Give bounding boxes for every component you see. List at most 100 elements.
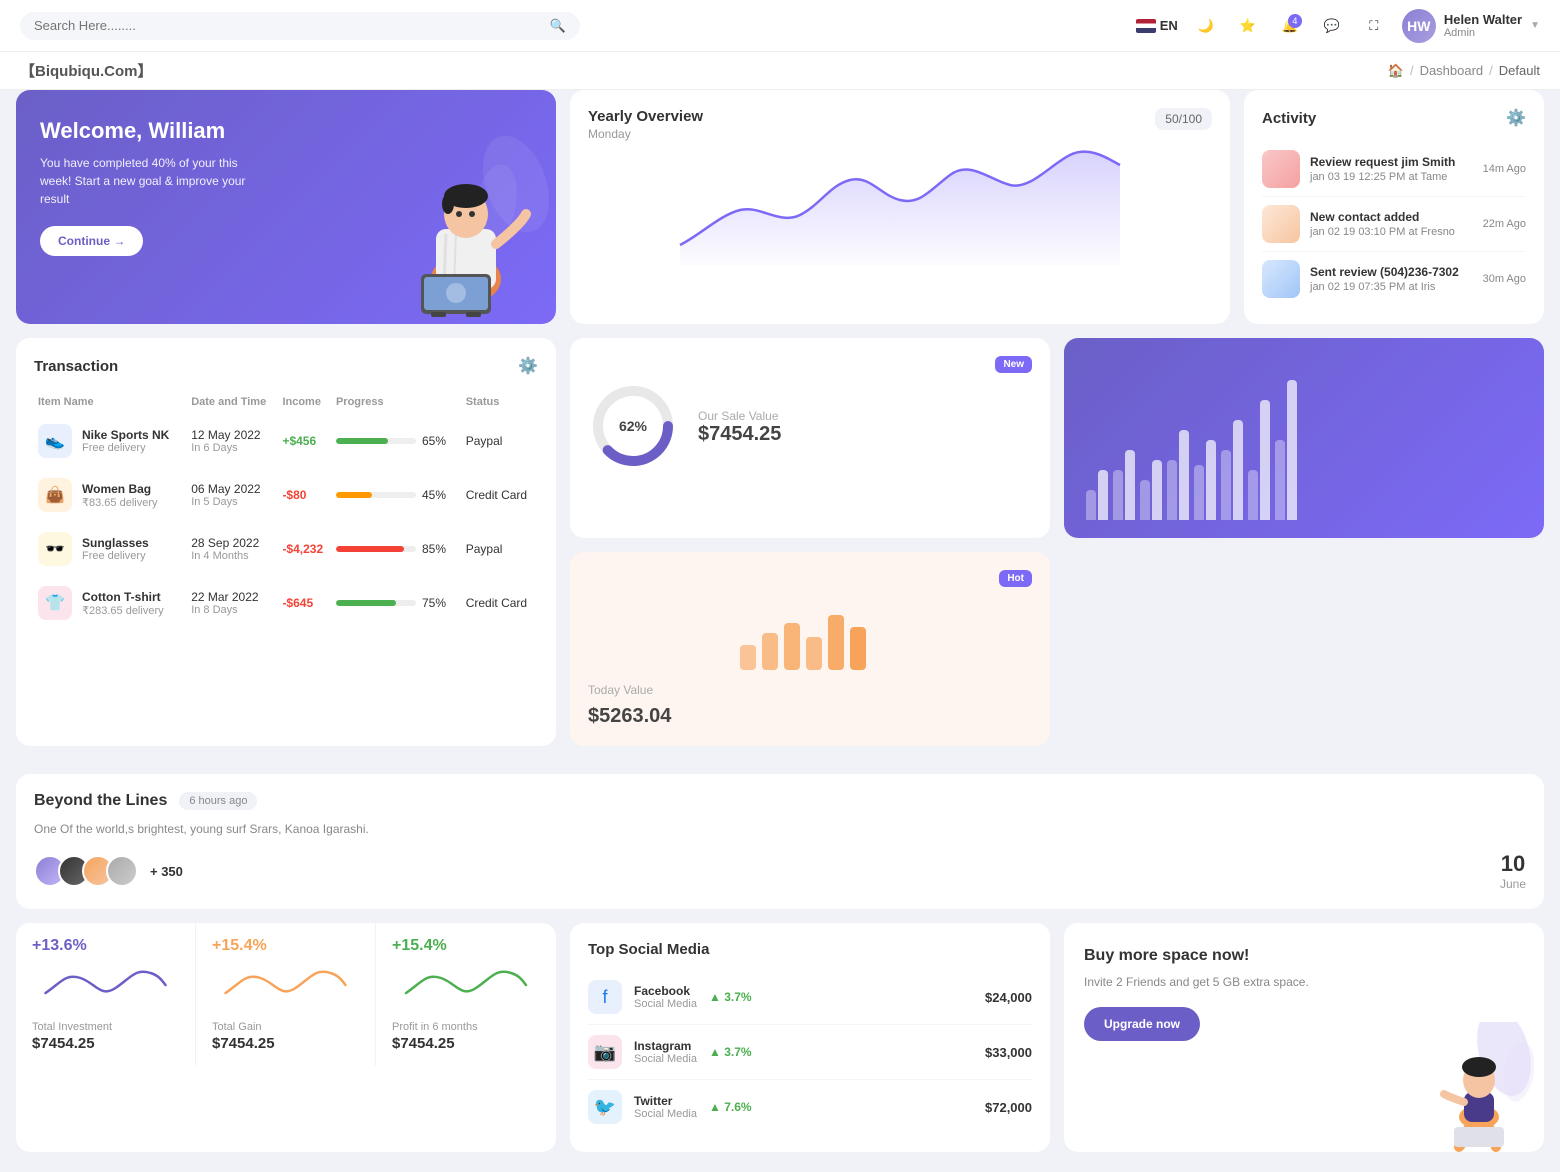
social-item: f Facebook Social Media ▲ 3.7% $24,000 <box>588 970 1032 1025</box>
donut-wrap: 62% Our Sale Value $7454.25 <box>588 381 1032 474</box>
bar-group <box>1194 440 1216 520</box>
right-column: New 62% Our Sale Value $7454.25 <box>570 338 1544 746</box>
progress-bar <box>336 600 416 606</box>
dark-mode-toggle[interactable]: 🌙 <box>1192 12 1220 40</box>
star-button[interactable]: ⭐ <box>1234 12 1262 40</box>
beyond-top: Beyond the Lines 6 hours ago <box>34 792 1526 810</box>
income-cell: +$456 <box>278 414 332 468</box>
donut-chart: 62% <box>588 381 678 474</box>
activity-item: New contact added jan 02 19 03:10 PM at … <box>1262 197 1526 252</box>
user-profile[interactable]: HW Helen Walter Admin ▼ <box>1402 9 1540 43</box>
item-sub: ₹283.65 delivery <box>82 604 164 617</box>
home-icon[interactable]: 🏠 <box>1388 63 1404 79</box>
social-type: Social Media <box>634 998 697 1010</box>
activity-text: Review request jim Smith jan 03 19 12:25… <box>1310 155 1473 183</box>
upgrade-button[interactable]: Upgrade now <box>1084 1007 1200 1041</box>
item-icon: 👟 <box>38 424 72 458</box>
buy-title: Buy more space now! <box>1084 947 1524 965</box>
status-cell: Credit Card <box>462 576 538 630</box>
transaction-body: 👟 Nike Sports NK Free delivery 12 May 20… <box>34 414 538 630</box>
social-info: Instagram Social Media <box>634 1039 697 1065</box>
social-item: 📷 Instagram Social Media ▲ 3.7% $33,000 <box>588 1025 1032 1080</box>
item-cell: 👜 Women Bag ₹83.65 delivery <box>34 468 187 522</box>
message-button[interactable]: 💬 <box>1318 12 1346 40</box>
bar-group <box>1140 460 1162 520</box>
social-media-card: Top Social Media f Facebook Social Media… <box>570 923 1050 1152</box>
item-period: In 6 Days <box>191 442 274 454</box>
status-cell: Credit Card <box>462 468 538 522</box>
beyond-row: Beyond the Lines 6 hours ago One Of the … <box>0 774 1560 909</box>
table-row: 👕 Cotton T-shirt ₹283.65 delivery 22 Mar… <box>34 576 538 630</box>
notification-badge: 4 <box>1288 14 1302 28</box>
date-num: 10 <box>1500 851 1526 877</box>
notification-button[interactable]: 🔔 4 <box>1276 12 1304 40</box>
sale-label: Our Sale Value <box>698 409 781 423</box>
col-progress: Progress <box>332 390 462 414</box>
item-period: In 8 Days <box>191 604 274 616</box>
activity-item: Review request jim Smith jan 03 19 12:25… <box>1262 142 1526 197</box>
item-icon: 👜 <box>38 478 72 512</box>
beyond-plus-count: + 350 <box>150 864 183 879</box>
beyond-section <box>0 746 1560 760</box>
social-name: Facebook <box>634 984 697 998</box>
new-badge: New <box>995 356 1032 373</box>
progress-label: 45% <box>422 488 446 502</box>
item-date: 06 May 2022 <box>191 482 274 496</box>
stat-label: Profit in 6 months <box>392 1021 540 1033</box>
mini-stat-item: +15.4% Total Gain $7454.25 <box>196 923 376 1066</box>
mini-wave-chart <box>392 963 540 1013</box>
progress-cell: 85% <box>332 522 462 576</box>
date-cell: 06 May 2022 In 5 Days <box>187 468 278 522</box>
item-sub: Free delivery <box>82 442 169 454</box>
sale-info: Our Sale Value $7454.25 <box>698 409 781 446</box>
progress-label: 75% <box>422 596 446 610</box>
search-input[interactable] <box>34 18 542 33</box>
breadcrumb-dashboard[interactable]: Dashboard <box>1420 63 1484 78</box>
row-3: +13.6% Total Investment $7454.25 +15.4% … <box>0 923 1560 1152</box>
transaction-settings-icon[interactable]: ⚙️ <box>518 356 538 376</box>
yearly-subtitle: Monday <box>588 127 703 141</box>
progress-fill <box>336 600 396 606</box>
svg-text:62%: 62% <box>619 418 648 434</box>
hot-label: Today Value <box>588 683 1032 697</box>
social-logo: 🐦 <box>588 1090 622 1124</box>
table-row: 👜 Women Bag ₹83.65 delivery 06 May 2022 … <box>34 468 538 522</box>
social-item: 🐦 Twitter Social Media ▲ 7.6% $72,000 <box>588 1080 1032 1134</box>
table-row: 🕶️ Sunglasses Free delivery 28 Sep 2022 … <box>34 522 538 576</box>
activity-time: 30m Ago <box>1483 273 1526 285</box>
activity-name: Sent review (504)236-7302 <box>1310 265 1473 279</box>
transaction-header: Transaction ⚙️ <box>34 356 538 376</box>
continue-button[interactable]: Continue → <box>40 226 143 256</box>
stat-value: $7454.25 <box>392 1035 540 1052</box>
language-selector[interactable]: EN <box>1136 18 1178 33</box>
mini-stat-item: +15.4% Profit in 6 months $7454.25 <box>376 923 556 1066</box>
mini-stat-item: +13.6% Total Investment $7454.25 <box>16 923 196 1066</box>
avatar: HW <box>1402 9 1436 43</box>
item-icon: 👕 <box>38 586 72 620</box>
bar-group <box>1167 430 1189 520</box>
avatar-stack <box>34 855 138 887</box>
expand-button[interactable]: ⛶ <box>1360 12 1388 40</box>
progress-bar <box>336 492 416 498</box>
buy-space-card: Buy more space now! Invite 2 Friends and… <box>1064 923 1544 1152</box>
beyond-time: 6 hours ago <box>179 792 257 810</box>
buy-illustration <box>1414 1022 1534 1152</box>
activity-settings-icon[interactable]: ⚙️ <box>1506 108 1526 128</box>
item-name: Cotton T-shirt <box>82 590 164 604</box>
item-info: Cotton T-shirt ₹283.65 delivery <box>82 590 164 617</box>
item-sub: ₹83.65 delivery <box>82 496 158 509</box>
income-cell: -$80 <box>278 468 332 522</box>
activity-time: 14m Ago <box>1483 163 1526 175</box>
social-list: f Facebook Social Media ▲ 3.7% $24,000 📷… <box>588 970 1032 1134</box>
activity-time: 22m Ago <box>1483 218 1526 230</box>
social-logo: f <box>588 980 622 1014</box>
progress-bar <box>336 546 416 552</box>
item-name: Women Bag <box>82 482 158 496</box>
progress-fill <box>336 438 388 444</box>
progress-label: 85% <box>422 542 446 556</box>
welcome-subtitle: You have completed 40% of your this week… <box>40 154 260 208</box>
item-icon: 🕶️ <box>38 532 72 566</box>
search-bar[interactable]: 🔍 <box>20 12 580 40</box>
item-info: Nike Sports NK Free delivery <box>82 428 169 454</box>
social-logo: 📷 <box>588 1035 622 1069</box>
